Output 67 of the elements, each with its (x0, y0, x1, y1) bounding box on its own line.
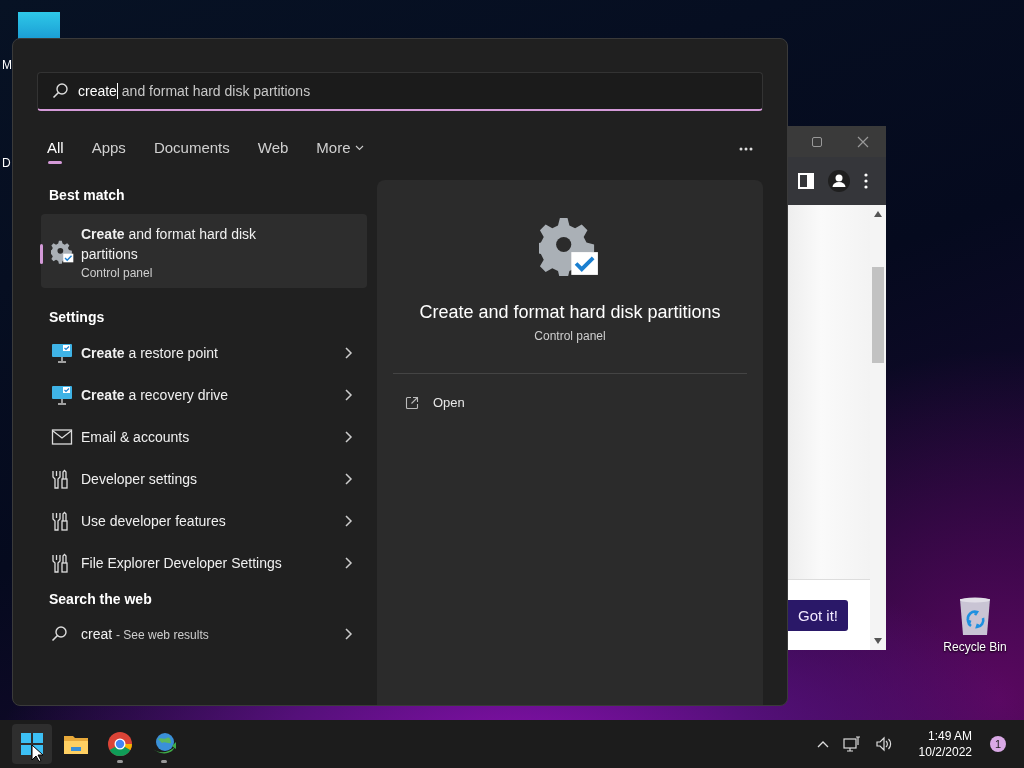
recycle-bin-icon[interactable]: Recycle Bin (940, 596, 1010, 654)
tools-icon (51, 553, 69, 573)
settings-result[interactable]: Create a restore point (41, 332, 367, 374)
chevron-right-icon (344, 628, 353, 640)
filter-tab[interactable]: Web (255, 133, 291, 164)
section-heading: Search the web (48, 590, 153, 609)
scrollbar[interactable] (870, 205, 886, 650)
chevron-right-icon (344, 515, 353, 527)
mouse-cursor-icon (31, 744, 43, 762)
search-field[interactable]: create and format hard disk partitions (37, 72, 763, 111)
more-dropdown[interactable]: More (314, 133, 366, 164)
open-action[interactable]: Open (393, 374, 747, 431)
preview-title: Create and format hard disk partitions (419, 302, 721, 323)
preview-category: Control panel (534, 329, 606, 343)
scrollbar-thumb[interactable] (872, 267, 884, 363)
scroll-up-icon[interactable] (874, 211, 882, 217)
desktop-shortcut-icon[interactable] (18, 12, 60, 40)
search-icon (51, 626, 67, 642)
taskbar-button[interactable] (12, 724, 52, 764)
search-text: create and format hard disk partitions (78, 83, 311, 99)
search-icon (52, 83, 68, 99)
got-it-button[interactable]: Got it! (788, 599, 848, 631)
monitor-icon (51, 385, 73, 405)
side-panel-icon[interactable] (798, 173, 814, 189)
profile-icon[interactable] (828, 170, 850, 192)
network-icon[interactable] (842, 736, 861, 752)
desktop-icon-label: M (2, 58, 12, 72)
volume-icon[interactable] (874, 736, 893, 752)
chevron-right-icon (344, 389, 353, 401)
desktop-icon-label: Recycle Bin (943, 640, 1007, 654)
settings-result[interactable]: File Explorer Developer Settings (41, 542, 367, 584)
chevron-right-icon (344, 557, 353, 569)
recycle-bin-icon (957, 596, 993, 636)
result-title: Create and format hard disk partitions (81, 225, 258, 264)
chevron-up-icon[interactable] (816, 740, 829, 748)
settings-result[interactable]: Developer settings (41, 458, 367, 500)
mail-icon (51, 428, 73, 446)
maximize-icon[interactable] (811, 135, 823, 148)
caret-icon (354, 144, 364, 151)
best-match-result[interactable]: Create and format hard disk partitions Control panel (41, 214, 367, 288)
section-heading: Settings (48, 308, 106, 327)
more-options-icon[interactable] (739, 146, 753, 151)
section-heading: Best match (48, 186, 126, 205)
tools-icon (51, 469, 69, 489)
chevron-right-icon (344, 431, 353, 443)
web-search-result[interactable]: creat - See web results (41, 614, 367, 654)
chevron-right-icon (344, 473, 353, 485)
scroll-down-icon[interactable] (874, 638, 882, 644)
gear-check-icon (539, 216, 601, 276)
browser-icon (106, 730, 134, 758)
settings-result[interactable]: Use developer features (41, 500, 367, 542)
settings-result[interactable]: Create a recovery drive (41, 374, 367, 416)
more-menu-icon[interactable] (864, 173, 868, 189)
notification-badge[interactable]: 1 (990, 736, 1006, 752)
settings-result[interactable]: Email & accounts (41, 416, 367, 458)
open-icon (405, 395, 419, 410)
desktop-icon-label: D (2, 156, 11, 170)
filter-tab[interactable]: Apps (89, 133, 128, 164)
result-category: Control panel (81, 266, 154, 280)
gear-check-icon (51, 240, 75, 264)
tools-icon (51, 511, 69, 531)
close-icon[interactable] (857, 135, 869, 148)
monitor-icon (51, 343, 73, 363)
chevron-right-icon (344, 347, 353, 359)
clock[interactable]: 1:49 AM 10/2/2022 (918, 728, 972, 760)
filter-tab[interactable]: Documents (151, 133, 232, 164)
filter-tab[interactable]: All (45, 133, 66, 164)
